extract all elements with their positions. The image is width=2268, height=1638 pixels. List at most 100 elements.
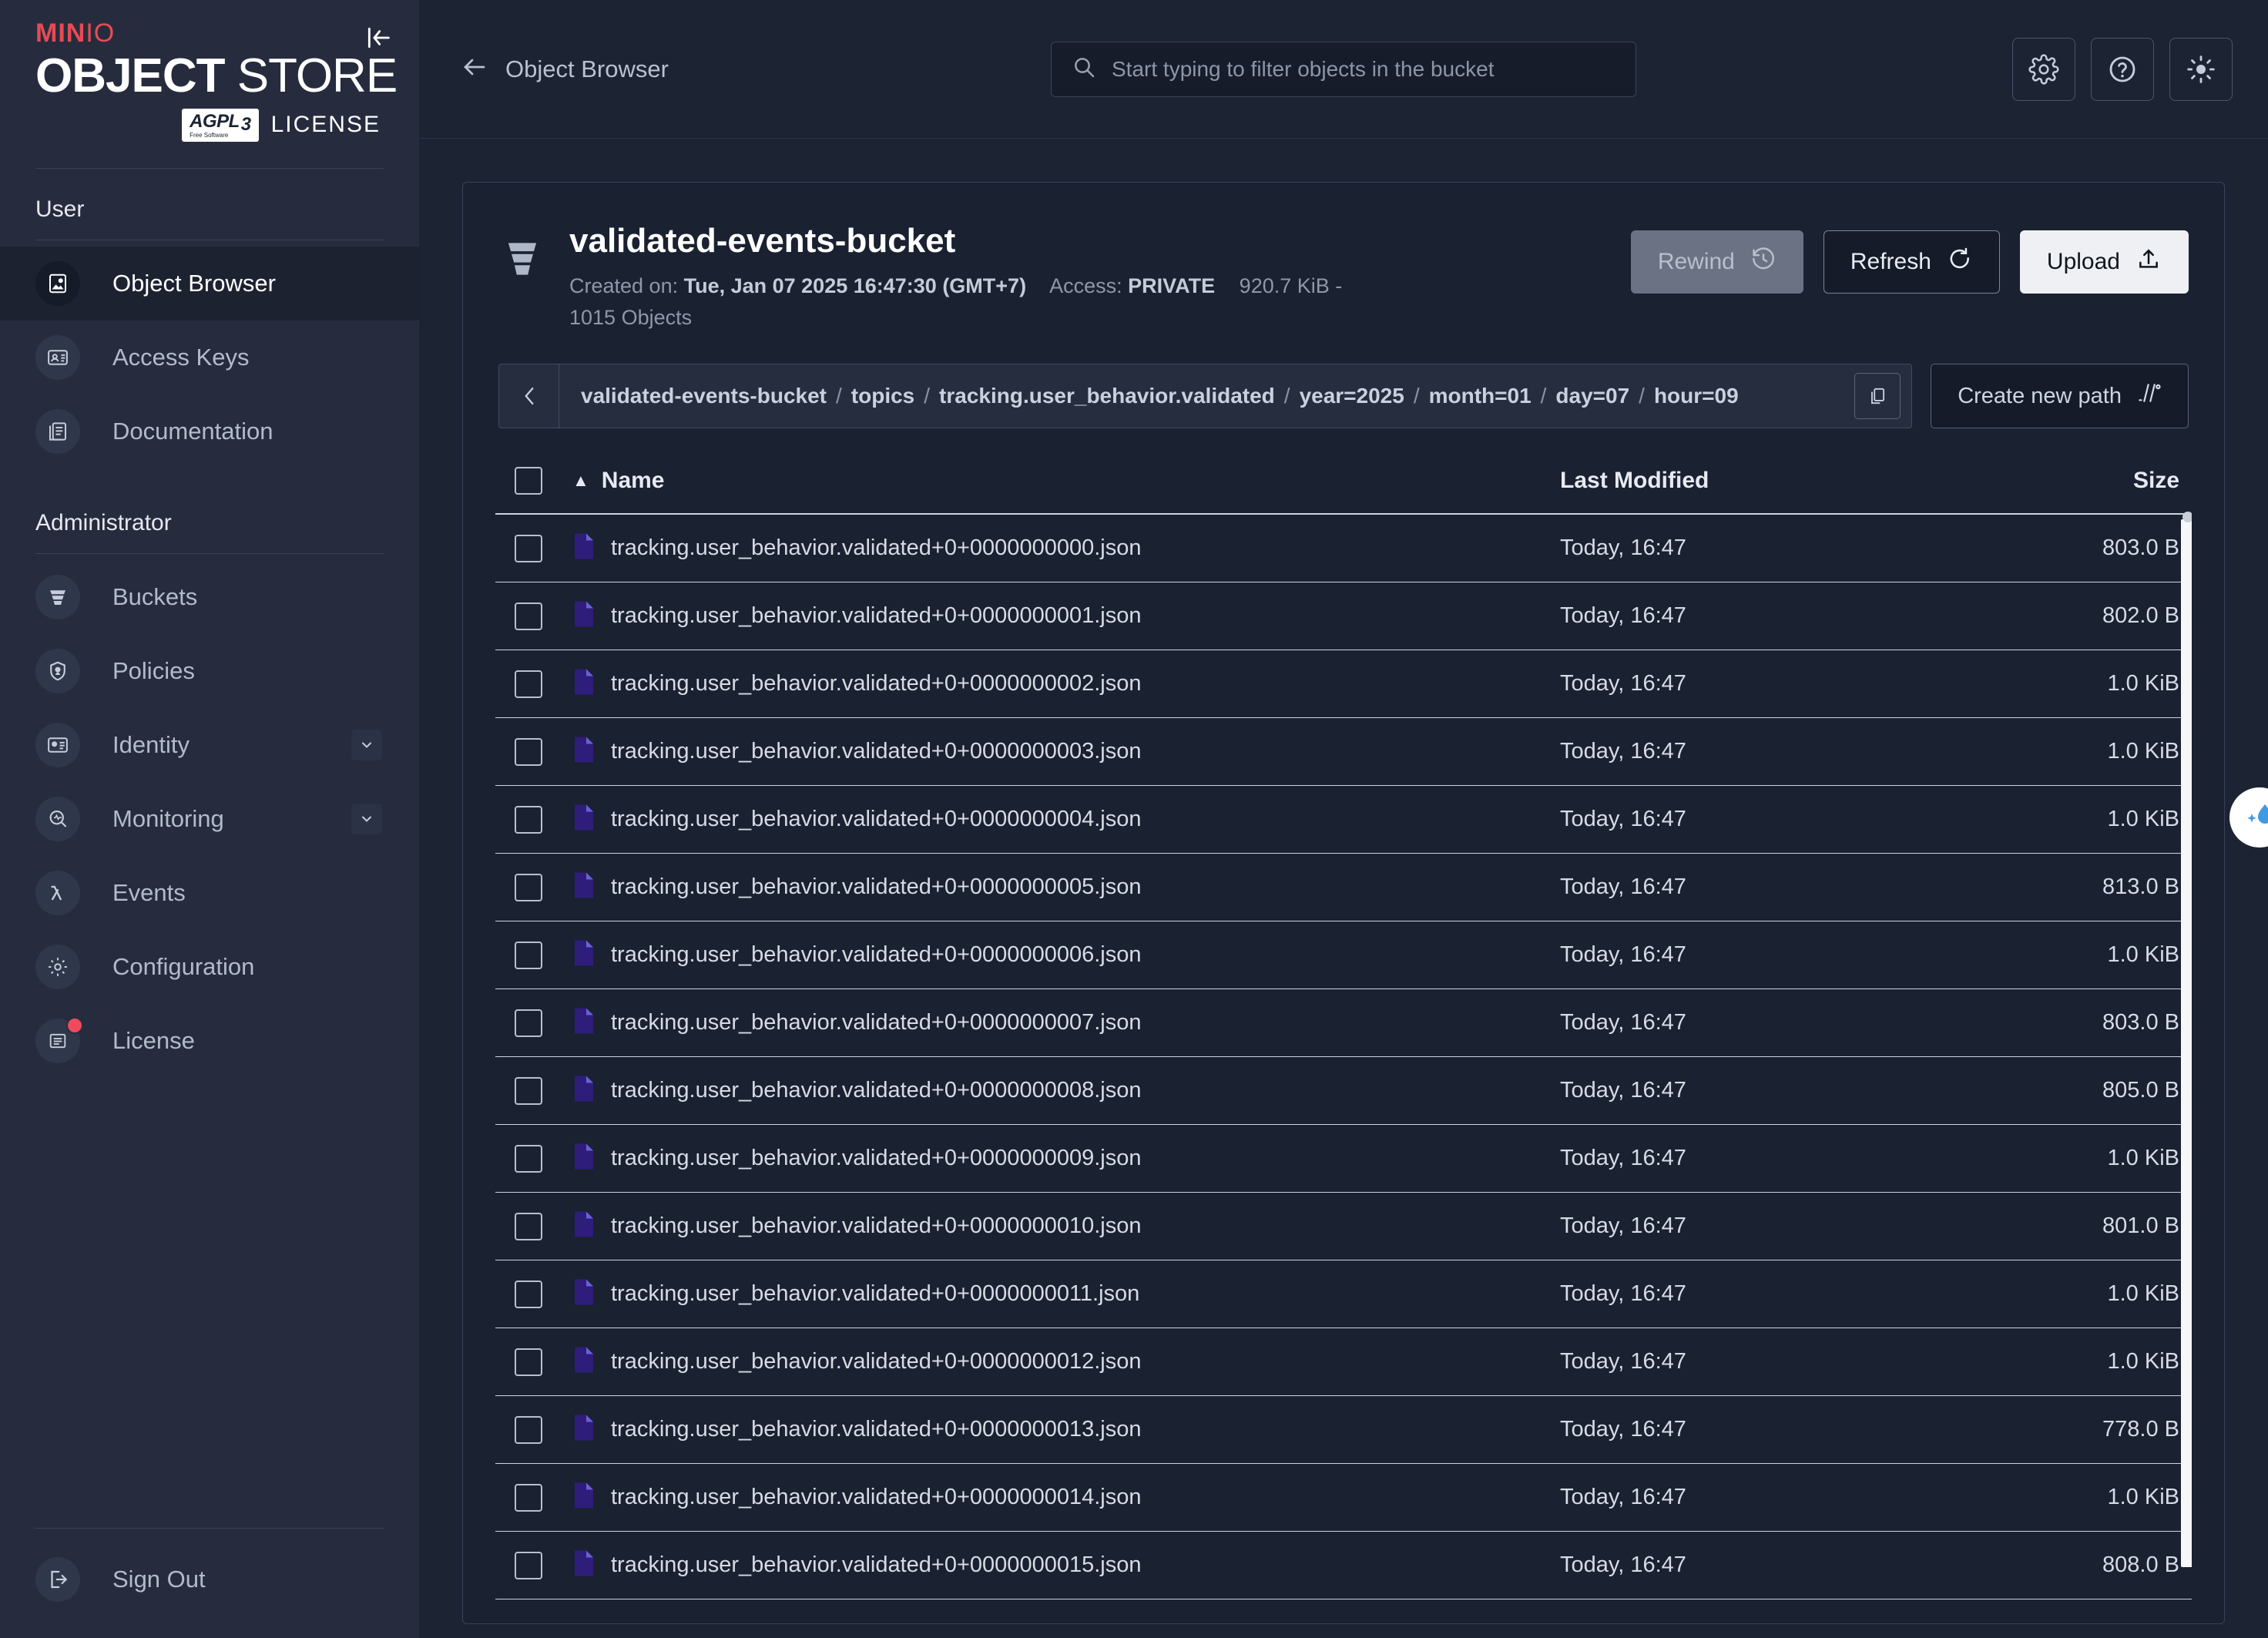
create-new-path-button[interactable]: Create new path xyxy=(1931,364,2189,429)
last-modified-cell: Today, 16:47 xyxy=(1560,603,1961,629)
table-row[interactable]: tracking.user_behavior.validated+0+00000… xyxy=(495,1532,2192,1600)
table-row[interactable]: tracking.user_behavior.validated+0+00000… xyxy=(495,989,2192,1058)
sidebar-item-monitoring[interactable]: Monitoring xyxy=(0,782,419,856)
table-row[interactable]: tracking.user_behavior.validated+0+00000… xyxy=(495,1057,2192,1126)
table-row[interactable]: tracking.user_behavior.validated+0+00000… xyxy=(495,1328,2192,1397)
row-checkbox[interactable] xyxy=(515,1280,542,1308)
bucket-header: validated-events-bucket Created on: Tue,… xyxy=(463,183,2224,364)
breadcrumb-segment[interactable]: hour=09 xyxy=(1654,384,1739,408)
sidebar-item-policies[interactable]: Policies xyxy=(0,634,419,708)
column-header-size[interactable]: Size xyxy=(1961,468,2192,494)
row-checkbox[interactable] xyxy=(515,534,542,562)
breadcrumb-segment[interactable]: topics xyxy=(851,384,914,408)
table-body: tracking.user_behavior.validated+0+00000… xyxy=(495,515,2192,1600)
table-row[interactable]: tracking.user_behavior.validated+0+00000… xyxy=(495,854,2192,922)
size-value: 1.0 KiB xyxy=(2107,942,2180,968)
upload-icon xyxy=(2135,246,2162,278)
copy-path-button[interactable] xyxy=(1854,373,1901,420)
object-name: tracking.user_behavior.validated+0+00000… xyxy=(611,1552,1142,1578)
object-name-cell: tracking.user_behavior.validated+0+00000… xyxy=(562,736,1560,767)
table-row[interactable]: tracking.user_behavior.validated+0+00000… xyxy=(495,1396,2192,1465)
column-header-name[interactable]: ▲ Name xyxy=(562,468,1560,494)
bucket-actions: Rewind Refresh Upload xyxy=(1630,230,2189,294)
row-checkbox[interactable] xyxy=(515,1076,542,1105)
row-checkbox[interactable] xyxy=(515,670,542,698)
breadcrumb-segment[interactable]: tracking.user_behavior.validated xyxy=(939,384,1275,408)
collapse-sidebar-icon[interactable] xyxy=(361,20,396,55)
table-row[interactable]: tracking.user_behavior.validated+0+00000… xyxy=(495,1193,2192,1261)
breadcrumb-segment[interactable]: year=2025 xyxy=(1300,384,1404,408)
row-checkbox[interactable] xyxy=(515,1144,542,1173)
table-row[interactable]: tracking.user_behavior.validated+0+00000… xyxy=(495,1125,2192,1193)
sidebar-item-label: Object Browser xyxy=(112,269,276,297)
settings-button[interactable] xyxy=(2012,37,2075,101)
chevron-down-icon[interactable] xyxy=(351,729,382,760)
row-checkbox[interactable] xyxy=(515,873,542,901)
row-select-cell xyxy=(495,1551,562,1579)
search-input[interactable] xyxy=(1112,56,1615,82)
size-value: 813.0 B xyxy=(2102,874,2179,900)
object-name: tracking.user_behavior.validated+0+00000… xyxy=(611,535,1142,561)
row-checkbox[interactable] xyxy=(515,805,542,834)
row-select-cell xyxy=(495,737,562,766)
rewind-button[interactable]: Rewind xyxy=(1630,230,1803,294)
theme-toggle-button[interactable] xyxy=(2169,37,2233,101)
row-checkbox[interactable] xyxy=(515,1348,542,1376)
size-cell: 802.0 B xyxy=(1961,603,2192,629)
sidebar-item-events[interactable]: Events xyxy=(0,856,419,930)
scrollbar-thumb[interactable] xyxy=(2181,512,2192,1568)
breadcrumb-back-button[interactable] xyxy=(499,364,559,428)
sidebar-item-buckets[interactable]: Buckets xyxy=(0,560,419,634)
table-row[interactable]: tracking.user_behavior.validated+0+00000… xyxy=(495,1260,2192,1329)
table-row[interactable]: tracking.user_behavior.validated+0+00000… xyxy=(495,1464,2192,1532)
refresh-button[interactable]: Refresh xyxy=(1823,230,2000,294)
sidebar-item-documentation[interactable]: Documentation xyxy=(0,394,419,468)
breadcrumb-segment[interactable]: validated-events-bucket xyxy=(581,384,827,408)
sidebar-item-identity[interactable]: Identity xyxy=(0,708,419,782)
create-new-path-label: Create new path xyxy=(1958,383,2122,408)
breadcrumb-segment[interactable]: day=07 xyxy=(1555,384,1629,408)
sidebar-item-license[interactable]: License xyxy=(0,1004,419,1078)
sidebar-item-object-browser[interactable]: Object Browser xyxy=(0,246,419,321)
row-select-cell xyxy=(495,1076,562,1105)
size-cell: 801.0 B xyxy=(1961,1213,2192,1239)
column-header-last-modified[interactable]: Last Modified xyxy=(1560,468,1961,494)
back-to-object-browser[interactable]: Object Browser xyxy=(461,53,669,85)
size-cell: 803.0 B xyxy=(1961,1010,2192,1035)
size-cell: 1.0 KiB xyxy=(1961,1349,2192,1375)
upload-button[interactable]: Upload xyxy=(2019,230,2189,294)
row-checkbox[interactable] xyxy=(515,1009,542,1037)
table-row[interactable]: tracking.user_behavior.validated+0+00000… xyxy=(495,921,2192,990)
row-checkbox[interactable] xyxy=(515,1551,542,1579)
breadcrumb-box: validated-events-bucket / topics / track… xyxy=(498,364,1913,429)
size-value: 1.0 KiB xyxy=(2107,671,2180,696)
last-modified-cell: Today, 16:47 xyxy=(1560,1485,1961,1510)
chevron-down-icon[interactable] xyxy=(351,803,382,834)
table-row[interactable]: tracking.user_behavior.validated+0+00000… xyxy=(495,650,2192,719)
sidebar-item-configuration[interactable]: Configuration xyxy=(0,930,419,1004)
row-checkbox[interactable] xyxy=(515,1415,542,1444)
table-row[interactable]: tracking.user_behavior.validated+0+00000… xyxy=(495,786,2192,854)
sidebar-item-access-keys[interactable]: Access Keys xyxy=(0,321,419,394)
row-checkbox[interactable] xyxy=(515,737,542,766)
last-modified-value: Today, 16:47 xyxy=(1560,1552,1686,1578)
row-checkbox[interactable] xyxy=(515,602,542,630)
row-checkbox[interactable] xyxy=(515,1212,542,1240)
table-scrollbar[interactable] xyxy=(2181,512,2192,1623)
table-row[interactable]: tracking.user_behavior.validated+0+00000… xyxy=(495,515,2192,583)
sidebar-item-sign-out[interactable]: Sign Out xyxy=(0,1542,419,1616)
row-checkbox[interactable] xyxy=(515,1483,542,1512)
created-label: Created on: xyxy=(569,274,679,298)
select-all-checkbox[interactable] xyxy=(515,467,542,495)
object-name-cell: tracking.user_behavior.validated+0+00000… xyxy=(562,1278,1560,1310)
table-row[interactable]: tracking.user_behavior.validated+0+00000… xyxy=(495,582,2192,651)
last-modified-value: Today, 16:47 xyxy=(1560,1349,1686,1375)
search-box[interactable] xyxy=(1051,41,1636,97)
help-button[interactable] xyxy=(2091,37,2154,101)
row-checkbox[interactable] xyxy=(515,941,542,969)
bucket-info: validated-events-bucket Created on: Tue,… xyxy=(569,222,1608,333)
breadcrumb-segment[interactable]: month=01 xyxy=(1429,384,1532,408)
json-file-icon xyxy=(572,1278,596,1310)
size-cell: 1.0 KiB xyxy=(1961,671,2192,696)
table-row[interactable]: tracking.user_behavior.validated+0+00000… xyxy=(495,718,2192,787)
